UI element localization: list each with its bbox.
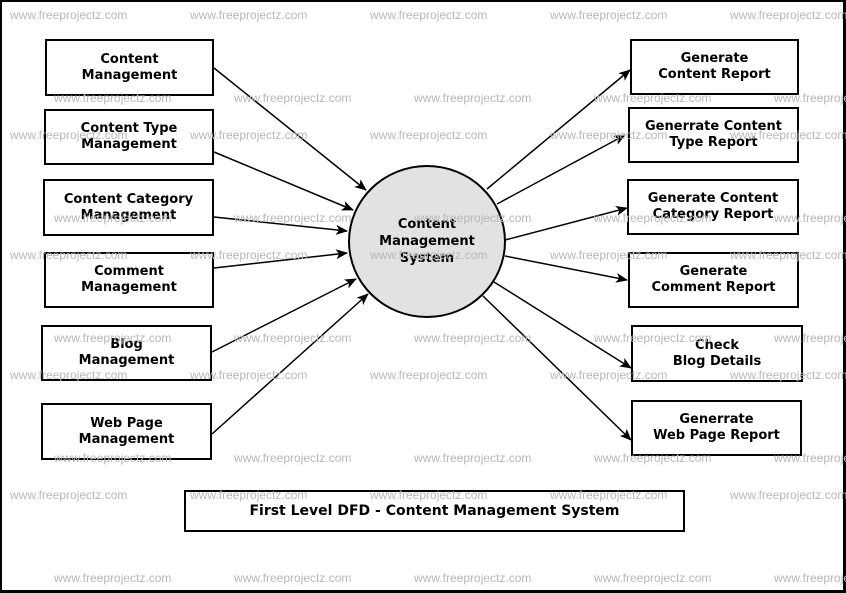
flow-check-blog-details-arrow [493,281,632,369]
entity-content-type-management: Content Type Management [44,109,214,165]
flow-generrate-web-page-report-arrow [482,295,632,441]
entity-generate-content-category-report: Generate Content Category Report [627,179,799,235]
flow-generrate-content-type-report-arrow [496,134,626,205]
flow-web-page-management-arrow [211,293,369,435]
flow-content-category-management-arrow [213,216,348,235]
entity-web-page-management: Web Page Management [41,403,212,460]
entity-comment-management: Comment Management [44,252,214,308]
entity-generate-comment-report: Generate Comment Report [628,252,799,308]
dfd-canvas: Content Management Content Type Manageme… [0,0,846,593]
flow-comment-management-arrow [213,249,348,269]
entity-check-blog-details: Check Blog Details [631,325,803,382]
entity-generate-content-report: Generate Content Report [630,39,799,95]
flow-blog-management-arrow [211,278,357,353]
entity-generrate-content-type-report: Generrate Content Type Report [628,107,799,163]
flow-content-type-management-arrow [213,151,354,211]
process-content-management-system: Content Management System [348,165,506,318]
flow-generate-content-category-report-arrow [504,205,628,241]
entity-content-management: Content Management [45,39,214,96]
entity-content-category-management: Content Category Management [43,179,214,236]
entity-generrate-web-page-report: Generrate Web Page Report [631,400,802,456]
diagram-title: First Level DFD - Content Management Sys… [184,490,685,532]
flow-content-management-arrow [213,67,367,191]
flow-generate-comment-report-arrow [504,255,628,283]
entity-blog-management: Blog Management [41,325,212,381]
